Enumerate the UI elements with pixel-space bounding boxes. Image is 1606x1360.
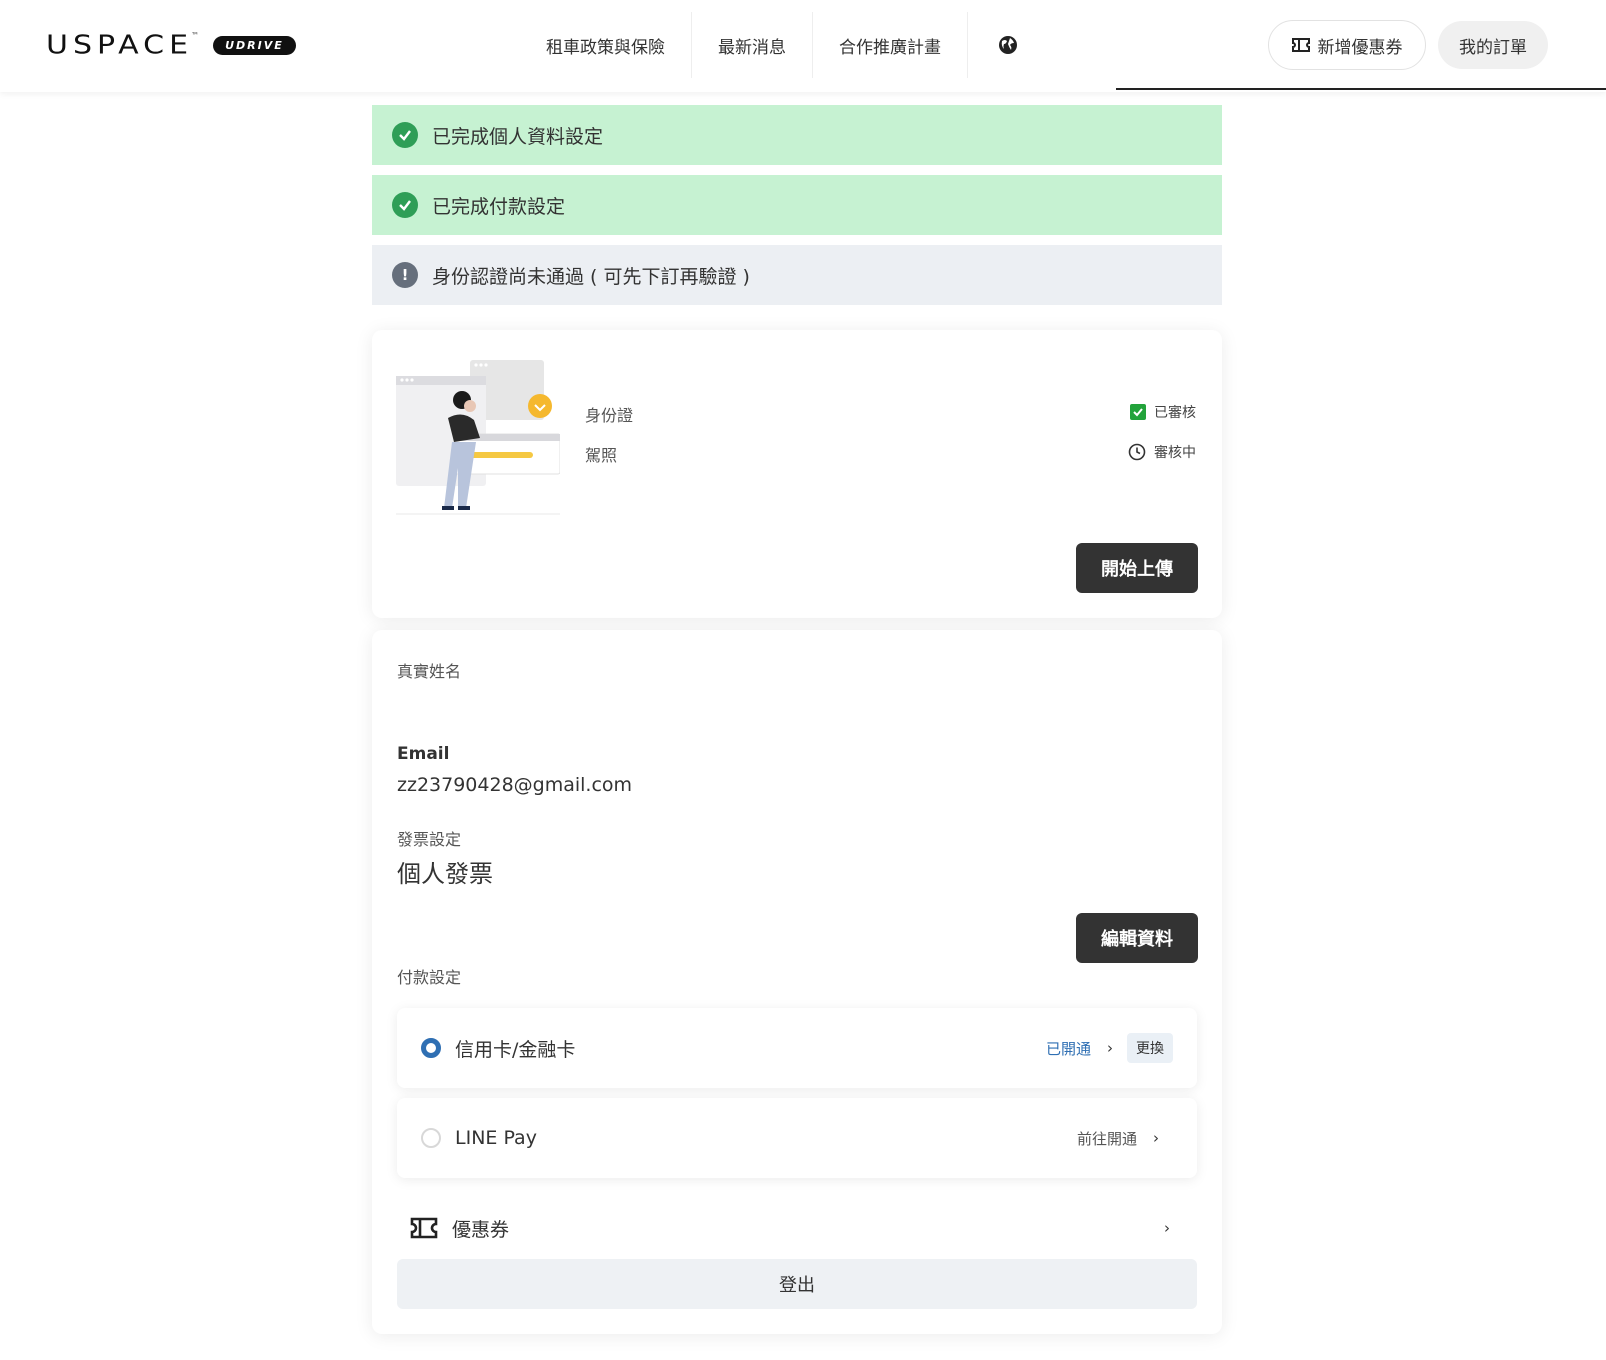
nav-news[interactable]: 最新消息 xyxy=(692,12,813,78)
ticket-icon xyxy=(1291,38,1310,52)
checkbox-checked-icon xyxy=(1130,404,1146,420)
chevron-right-icon: › xyxy=(1107,1039,1113,1057)
add-coupon-label: 新增優惠券 xyxy=(1317,37,1403,58)
invoice-value: 個人發票 xyxy=(397,860,493,888)
check-circle-icon xyxy=(392,122,418,148)
status-text: 已完成付款設定 xyxy=(432,195,566,218)
logo-badge: UDRIVE xyxy=(213,35,296,55)
payment-method-state[interactable]: 前往開通 xyxy=(1077,1128,1137,1149)
uspace-logo[interactable]: USPACE ™ UDRIVE xyxy=(46,30,296,60)
doc-status-text: 審核中 xyxy=(1154,445,1196,461)
status-payment-complete: 已完成付款設定 xyxy=(372,175,1222,235)
payment-method-state[interactable]: 已開通 xyxy=(1046,1038,1091,1059)
ticket-icon xyxy=(410,1217,438,1239)
payment-method-name: LINE Pay xyxy=(455,1127,537,1149)
payment-settings-label: 付款設定 xyxy=(397,968,462,987)
chevron-right-icon: › xyxy=(1153,1129,1159,1147)
doc-label-license: 駕照 xyxy=(585,446,618,465)
doc-status-license: 審核中 xyxy=(1128,442,1196,462)
active-nav-underline xyxy=(1116,88,1606,90)
email-value: zz23790428@gmail.com xyxy=(397,774,633,796)
main-nav: 租車政策與保險 最新消息 合作推廣計畫 xyxy=(520,12,1048,78)
email-label: Email xyxy=(397,744,450,764)
globe-icon xyxy=(999,36,1017,54)
nav-partner-program[interactable]: 合作推廣計畫 xyxy=(813,12,968,78)
exclamation-circle-icon: ! xyxy=(392,262,418,288)
edit-profile-button[interactable]: 編輯資料 xyxy=(1076,913,1198,963)
logo-trademark: ™ xyxy=(191,30,200,40)
logo-wordmark: USPACE xyxy=(46,30,194,60)
payment-method-name: 信用卡/金融卡 xyxy=(455,1038,576,1061)
status-text: 身份認證尚未通過 ( 可先下訂再驗證 ) xyxy=(432,265,750,288)
nav-rental-policy[interactable]: 租車政策與保險 xyxy=(520,12,692,78)
coupon-row[interactable]: 優惠券 › xyxy=(410,1208,1184,1248)
status-text: 已完成個人資料設定 xyxy=(432,125,604,148)
chevron-right-icon: › xyxy=(1164,1219,1170,1237)
identity-verification-card: 身份證 駕照 已審核 審核中 開始上傳 xyxy=(372,330,1222,618)
doc-status-text: 已審核 xyxy=(1154,405,1196,421)
profile-card: 真實姓名 Email zz23790428@gmail.com 發票設定 個人發… xyxy=(372,630,1222,1334)
coupon-label: 優惠券 xyxy=(452,1218,510,1241)
add-coupon-button[interactable]: 新增優惠券 xyxy=(1268,20,1426,70)
real-name-label: 真實姓名 xyxy=(397,662,462,681)
status-profile-complete: 已完成個人資料設定 xyxy=(372,105,1222,165)
top-header: USPACE ™ UDRIVE 租車政策與保險 最新消息 合作推廣計畫 新增優惠… xyxy=(0,0,1606,92)
radio-unselected[interactable] xyxy=(421,1128,441,1148)
start-upload-button[interactable]: 開始上傳 xyxy=(1076,543,1198,593)
check-circle-icon xyxy=(392,192,418,218)
upload-illustration xyxy=(396,360,560,515)
doc-status-id-card: 已審核 xyxy=(1130,402,1196,422)
logout-button[interactable]: 登出 xyxy=(397,1259,1197,1309)
language-switcher[interactable] xyxy=(968,12,1048,78)
invoice-label: 發票設定 xyxy=(397,830,462,849)
payment-method-card[interactable]: 信用卡/金融卡 已開通 › 更換 xyxy=(397,1008,1197,1088)
change-card-button[interactable]: 更換 xyxy=(1127,1033,1173,1063)
payment-method-linepay[interactable]: LINE Pay 前往開通 › xyxy=(397,1098,1197,1178)
status-identity-pending: ! 身份認證尚未通過 ( 可先下訂再驗證 ) xyxy=(372,245,1222,305)
my-orders-button[interactable]: 我的訂單 xyxy=(1438,21,1548,69)
radio-selected[interactable] xyxy=(421,1038,441,1058)
clock-icon xyxy=(1128,443,1146,461)
doc-label-id-card: 身份證 xyxy=(585,406,634,425)
